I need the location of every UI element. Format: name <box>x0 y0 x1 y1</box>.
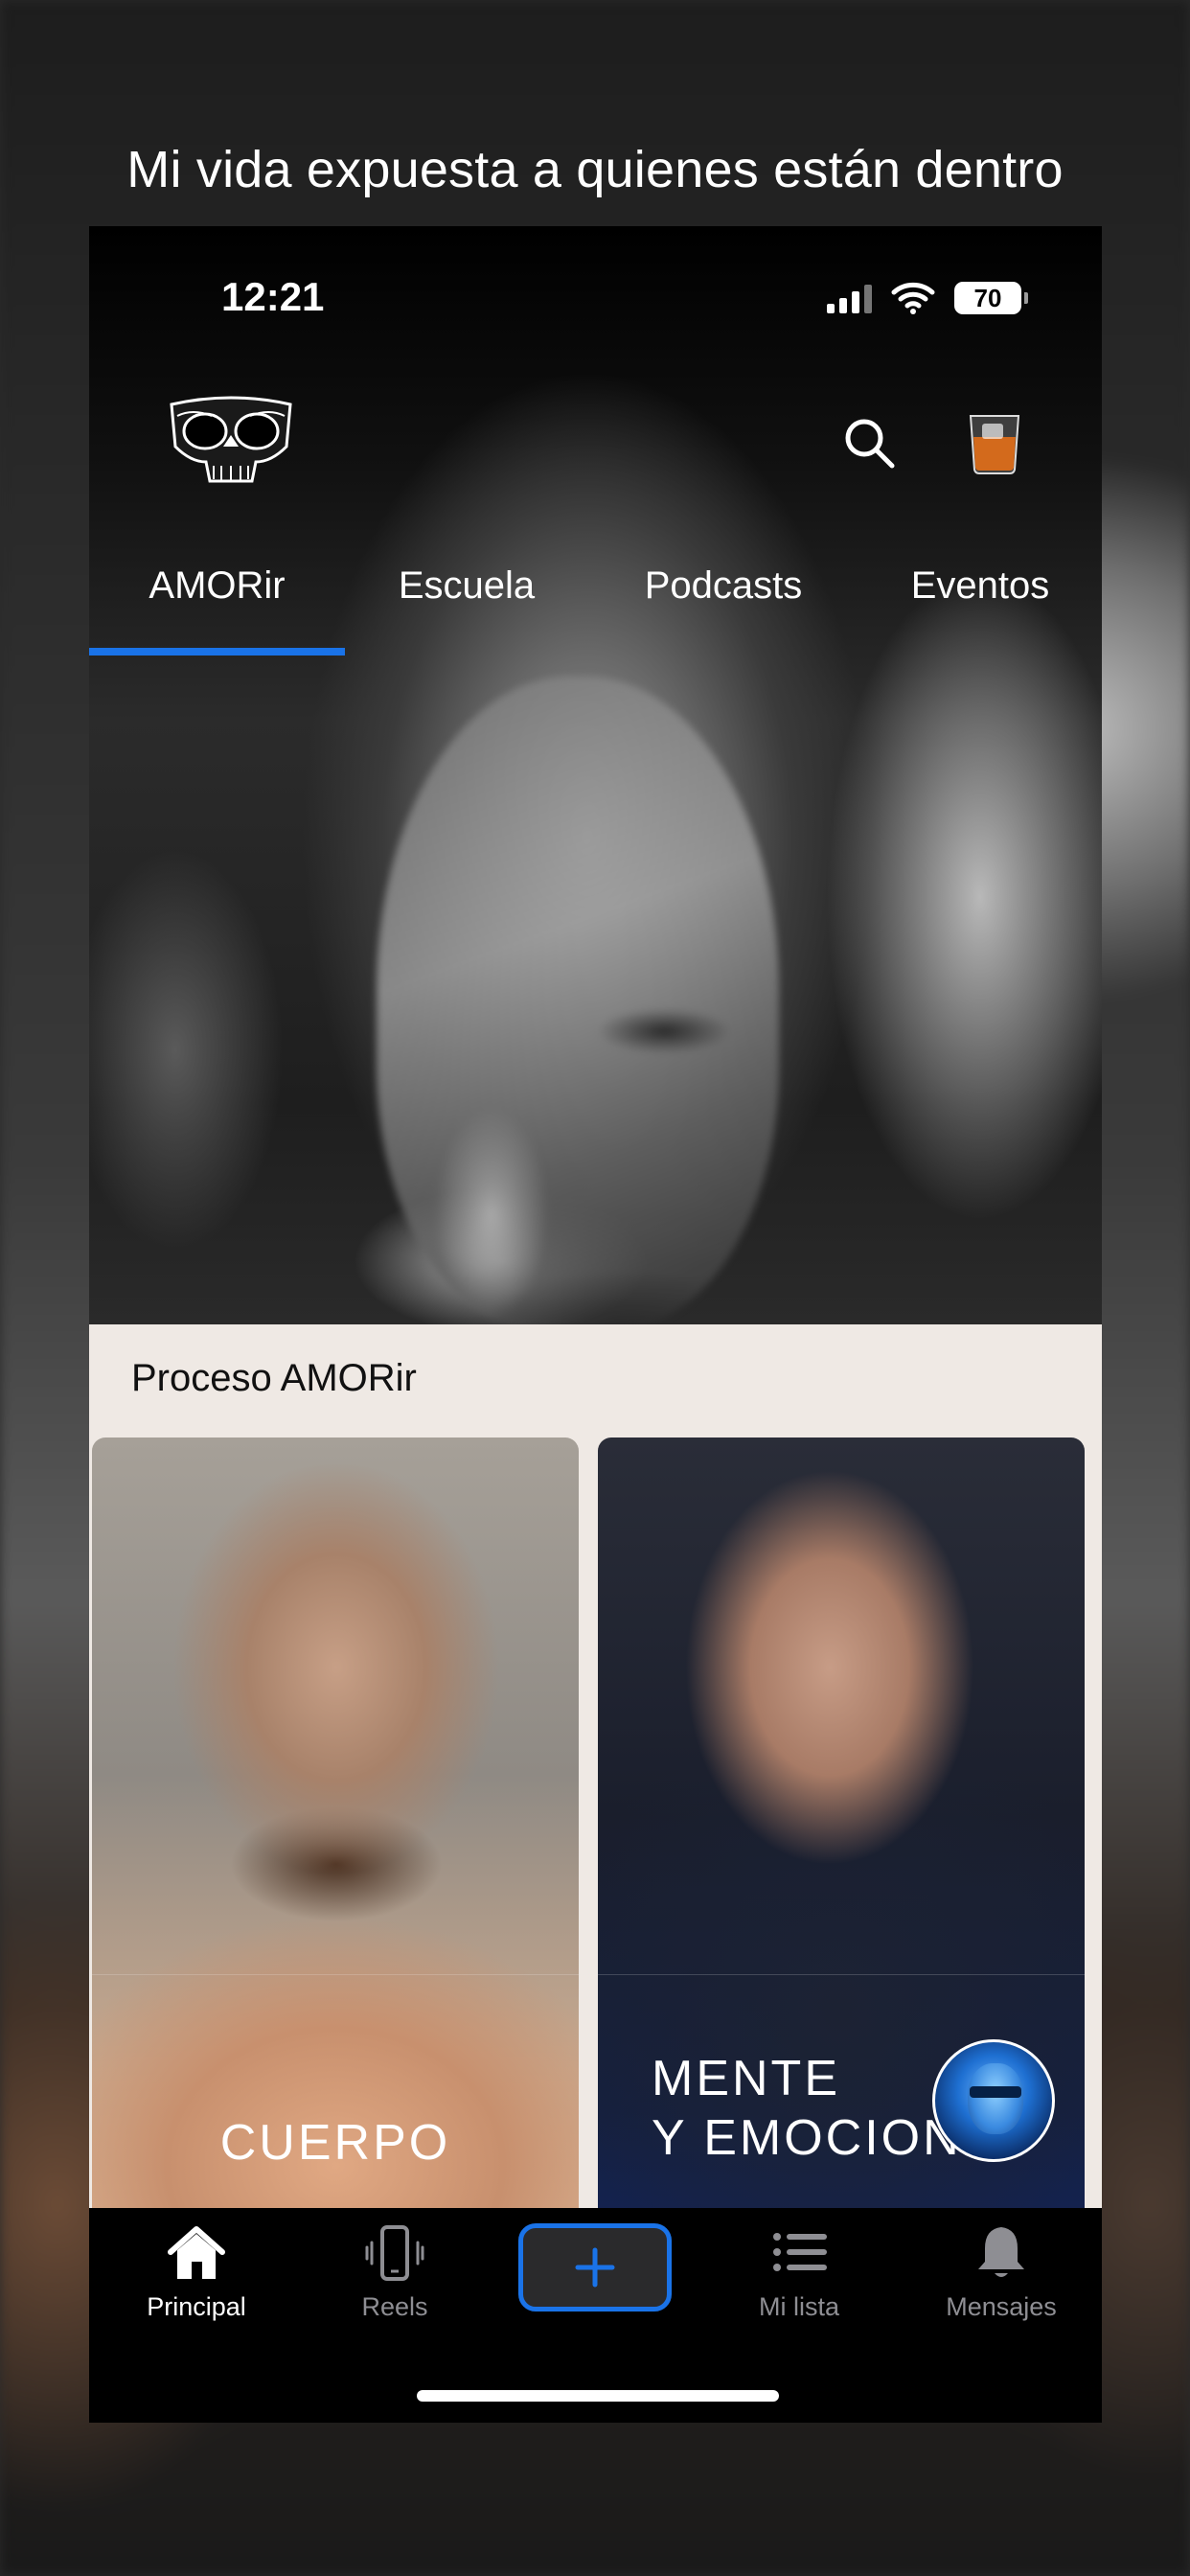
bell-icon <box>978 2227 1024 2277</box>
hero-image[interactable] <box>89 226 1102 1328</box>
plus-icon <box>575 2247 615 2288</box>
category-tabs: AMORir Escuela Podcasts Eventos <box>89 542 1102 632</box>
nav-label: Reels <box>361 2292 428 2321</box>
whisky-glass-icon[interactable] <box>963 410 1026 475</box>
nav-reels[interactable]: Reels <box>309 2208 481 2342</box>
nav-mensajes[interactable]: Mensajes <box>915 2208 1087 2342</box>
tab-eventos[interactable]: Eventos <box>858 542 1102 629</box>
status-time: 12:21 <box>221 274 325 319</box>
promo-title: Mi vida expuesta a quienes están dentro <box>126 141 1064 198</box>
avatar[interactable] <box>932 2039 1055 2162</box>
add-button[interactable] <box>518 2223 672 2312</box>
signal-icon <box>827 283 872 313</box>
nav-mi-lista[interactable]: Mi lista <box>713 2208 885 2342</box>
wifi-icon <box>891 282 935 314</box>
home-indicator <box>417 2390 779 2402</box>
card-label: CUERPO <box>219 2115 451 2171</box>
nav-label: Mensajes <box>946 2292 1057 2321</box>
tab-amorir[interactable]: AMORir <box>89 542 345 629</box>
tab-podcasts[interactable]: Podcasts <box>588 542 858 629</box>
hero-portrait <box>377 677 779 1328</box>
search-icon[interactable] <box>840 414 898 472</box>
battery-icon: 70 <box>954 282 1028 314</box>
tab-escuela[interactable]: Escuela <box>345 542 588 629</box>
active-tab-indicator <box>89 648 345 656</box>
card-cuerpo[interactable]: CUERPO <box>92 1438 579 2281</box>
nav-label: Mi lista <box>758 2292 839 2321</box>
status-icons: 70 <box>827 282 1028 314</box>
card-divider <box>92 1974 579 1975</box>
nav-principal[interactable]: Principal <box>110 2208 283 2342</box>
phone-screen: 12:21 70 AMORir Escuela Podcasts Eventos… <box>89 226 1102 2423</box>
list-icon <box>773 2233 827 2271</box>
section-title: Proceso AMORir <box>131 1357 417 1399</box>
home-icon <box>168 2226 225 2279</box>
card-divider <box>598 1974 1085 1975</box>
phone-vibrate-icon <box>365 2225 424 2281</box>
skull-logo-icon[interactable] <box>164 395 298 487</box>
nav-label: Principal <box>147 2292 246 2321</box>
